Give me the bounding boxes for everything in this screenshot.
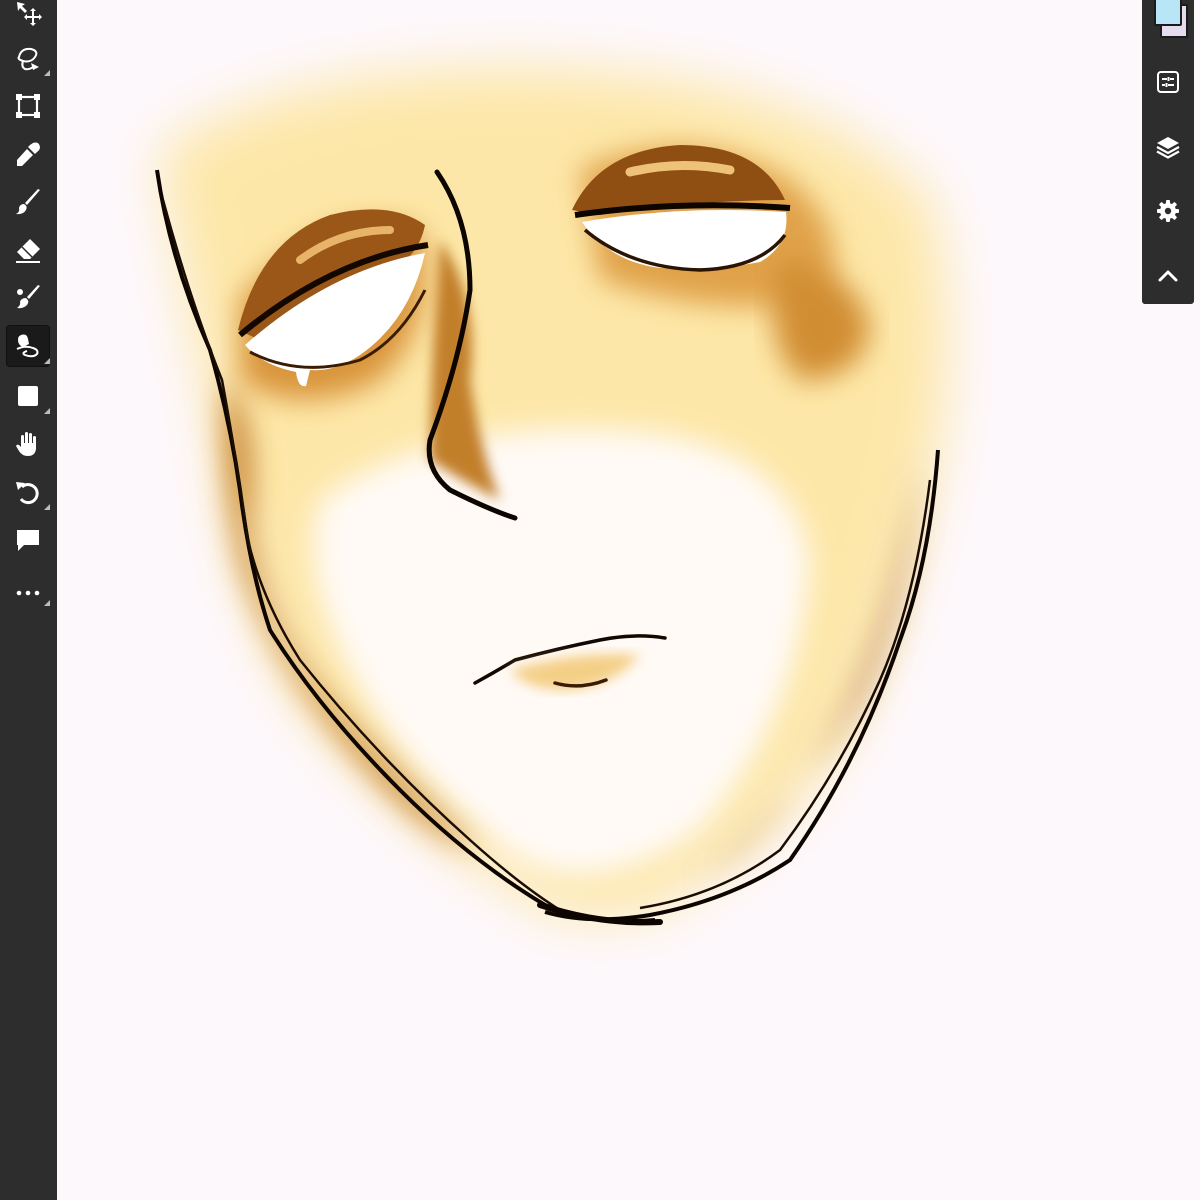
left-toolbar	[0, 0, 57, 1200]
hand-icon	[16, 432, 36, 456]
collapse-panel-button[interactable]	[1146, 254, 1190, 298]
submenu-indicator	[44, 70, 50, 76]
move-tool-button[interactable]	[6, 0, 50, 34]
comment-icon	[17, 530, 39, 551]
sliders-icon	[1157, 71, 1179, 93]
eyedropper-icon	[17, 142, 40, 166]
layers-icon	[1156, 137, 1180, 159]
transform-icon	[16, 94, 40, 118]
eraser-icon	[16, 239, 40, 263]
primary-color-swatch[interactable]	[1154, 0, 1182, 26]
chevron-up-icon	[1158, 270, 1178, 282]
color-swatches[interactable]	[1148, 0, 1188, 40]
submenu-indicator	[44, 408, 50, 414]
smudge-tool-button[interactable]	[6, 325, 50, 367]
shape-tool-button[interactable]	[6, 375, 50, 417]
settings-button[interactable]	[1146, 189, 1190, 233]
brush-tool-button[interactable]	[6, 181, 50, 223]
adjustments-button[interactable]	[1146, 60, 1190, 104]
gear-icon	[1157, 200, 1179, 222]
face-artwork	[155, 69, 947, 926]
hand-tool-button[interactable]	[6, 423, 50, 465]
submenu-indicator	[44, 600, 50, 606]
more-tools-button[interactable]	[6, 567, 50, 609]
eraser-tool-button[interactable]	[6, 229, 50, 271]
blend-brush-icon	[17, 285, 40, 309]
undo-icon	[16, 482, 39, 504]
right-panel	[1142, 0, 1194, 304]
submenu-indicator	[44, 504, 50, 510]
drawing-canvas[interactable]	[57, 0, 1142, 1200]
brush-icon	[16, 189, 40, 215]
lasso-tool-button[interactable]	[6, 37, 50, 79]
submenu-indicator	[44, 358, 50, 364]
shape-icon	[18, 386, 38, 406]
blend-brush-tool-button[interactable]	[6, 277, 50, 319]
lasso-icon	[17, 47, 39, 71]
more-icon	[16, 590, 40, 596]
smudge-icon	[16, 334, 39, 358]
eyedropper-tool-button[interactable]	[6, 133, 50, 175]
move-icon	[17, 2, 42, 26]
layers-button[interactable]	[1146, 125, 1190, 169]
transform-tool-button[interactable]	[6, 85, 50, 127]
comment-tool-button[interactable]	[6, 519, 50, 561]
undo-tool-button[interactable]	[6, 471, 50, 513]
